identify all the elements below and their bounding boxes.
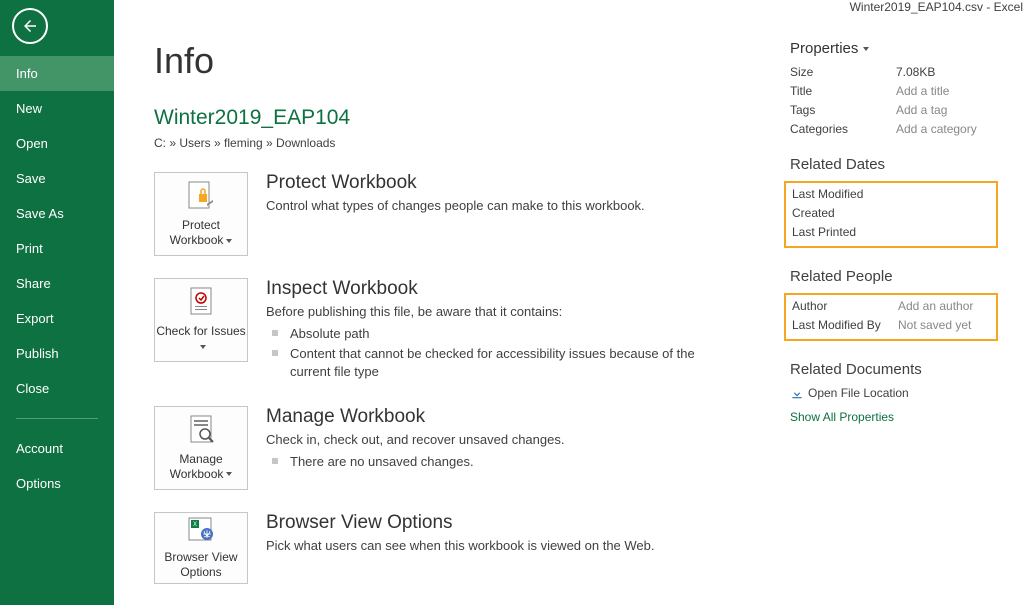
sidebar-item-account[interactable]: Account: [0, 431, 114, 466]
main-panel: Winter2019_EAP104.csv - Excel Info Winte…: [114, 0, 1031, 605]
arrow-left-icon: [21, 17, 39, 35]
manage-icon: [185, 414, 217, 446]
prop-label-last-printed: Last Printed: [792, 225, 898, 239]
prop-value-categories[interactable]: Add a category: [896, 122, 977, 136]
backstage-sidebar: Info New Open Save Save As Print Share E…: [0, 0, 114, 605]
sidebar-item-export[interactable]: Export: [0, 301, 114, 336]
prop-label-last-modified: Last Modified: [792, 187, 898, 201]
protect-section: Protect Workbook Protect Workbook Contro…: [154, 172, 774, 256]
manage-workbook-button[interactable]: Manage Workbook: [154, 406, 248, 490]
chevron-down-icon: [863, 47, 869, 51]
inspect-icon: [185, 286, 217, 318]
related-documents-heading: Related Documents: [790, 361, 998, 378]
browser-icon: X: [185, 516, 217, 544]
prop-label-modified-by: Last Modified By: [792, 318, 898, 332]
browser-button-label: Browser View Options: [164, 550, 237, 579]
manage-heading: Manage Workbook: [266, 406, 564, 428]
page-title: Info: [154, 40, 774, 82]
protect-workbook-button[interactable]: Protect Workbook: [154, 172, 248, 256]
prop-label-categories: Categories: [790, 122, 896, 136]
protect-heading: Protect Workbook: [266, 172, 645, 194]
browser-description: Pick what users can see when this workbo…: [266, 538, 655, 553]
chevron-down-icon: [200, 345, 206, 349]
document-path[interactable]: C: » Users » fleming » Downloads: [154, 136, 774, 150]
prop-label-created: Created: [792, 206, 898, 220]
inspect-description: Before publishing this file, be aware th…: [266, 304, 696, 319]
manage-description: Check in, check out, and recover unsaved…: [266, 432, 564, 447]
svg-text:X: X: [193, 522, 197, 528]
inspect-section: Check for Issues Inspect Workbook Before…: [154, 278, 774, 384]
related-dates-highlight: Last Modified Created Last Printed: [784, 181, 998, 248]
sidebar-item-close[interactable]: Close: [0, 371, 114, 406]
inspect-heading: Inspect Workbook: [266, 278, 696, 300]
back-button[interactable]: [12, 8, 48, 44]
prop-label-size: Size: [790, 65, 896, 79]
check-for-issues-button[interactable]: Check for Issues: [154, 278, 248, 362]
sidebar-item-open[interactable]: Open: [0, 126, 114, 161]
related-people-highlight: AuthorAdd an author Last Modified ByNot …: [784, 293, 998, 341]
sidebar-item-print[interactable]: Print: [0, 231, 114, 266]
protect-description: Control what types of changes people can…: [266, 198, 645, 213]
window-title: Winter2019_EAP104.csv - Excel: [850, 0, 1023, 14]
properties-dropdown[interactable]: Properties: [790, 40, 869, 57]
inspect-bullet: Content that cannot be checked for acces…: [266, 345, 696, 381]
prop-label-tags: Tags: [790, 103, 896, 117]
manage-button-label: Manage Workbook: [170, 452, 224, 481]
prop-value-author[interactable]: Add an author: [898, 299, 973, 313]
prop-label-author: Author: [792, 299, 898, 313]
browser-section: X Browser View Options Browser View Opti…: [154, 512, 774, 584]
browser-heading: Browser View Options: [266, 512, 655, 534]
inspect-bullet: Absolute path: [266, 325, 696, 343]
lock-icon: [185, 180, 217, 212]
sidebar-item-publish[interactable]: Publish: [0, 336, 114, 371]
prop-value-title[interactable]: Add a title: [896, 84, 949, 98]
arrow-down-icon: [790, 386, 804, 400]
prop-value-size: 7.08KB: [896, 65, 935, 79]
sidebar-item-save-as[interactable]: Save As: [0, 196, 114, 231]
prop-value-tags[interactable]: Add a tag: [896, 103, 947, 117]
document-name: Winter2019_EAP104: [154, 106, 774, 130]
chevron-down-icon: [226, 239, 232, 243]
sidebar-item-share[interactable]: Share: [0, 266, 114, 301]
related-people-heading: Related People: [790, 268, 998, 285]
properties-panel: Properties Size7.08KB TitleAdd a title T…: [790, 40, 1010, 606]
browser-view-options-button[interactable]: X Browser View Options: [154, 512, 248, 584]
show-all-properties-link[interactable]: Show All Properties: [790, 410, 894, 424]
sidebar-item-save[interactable]: Save: [0, 161, 114, 196]
prop-label-title: Title: [790, 84, 896, 98]
sidebar-item-options[interactable]: Options: [0, 466, 114, 501]
manage-bullet: There are no unsaved changes.: [266, 453, 564, 471]
open-file-location-link[interactable]: Open File Location: [790, 386, 998, 400]
manage-section: Manage Workbook Manage Workbook Check in…: [154, 406, 774, 490]
prop-value-modified-by: Not saved yet: [898, 318, 971, 332]
sidebar-divider: [16, 418, 98, 419]
sidebar-item-info[interactable]: Info: [0, 56, 114, 91]
protect-button-label: Protect Workbook: [170, 218, 224, 247]
sidebar-item-new[interactable]: New: [0, 91, 114, 126]
inspect-button-label: Check for Issues: [156, 324, 245, 338]
chevron-down-icon: [226, 472, 232, 476]
related-dates-heading: Related Dates: [790, 156, 998, 173]
